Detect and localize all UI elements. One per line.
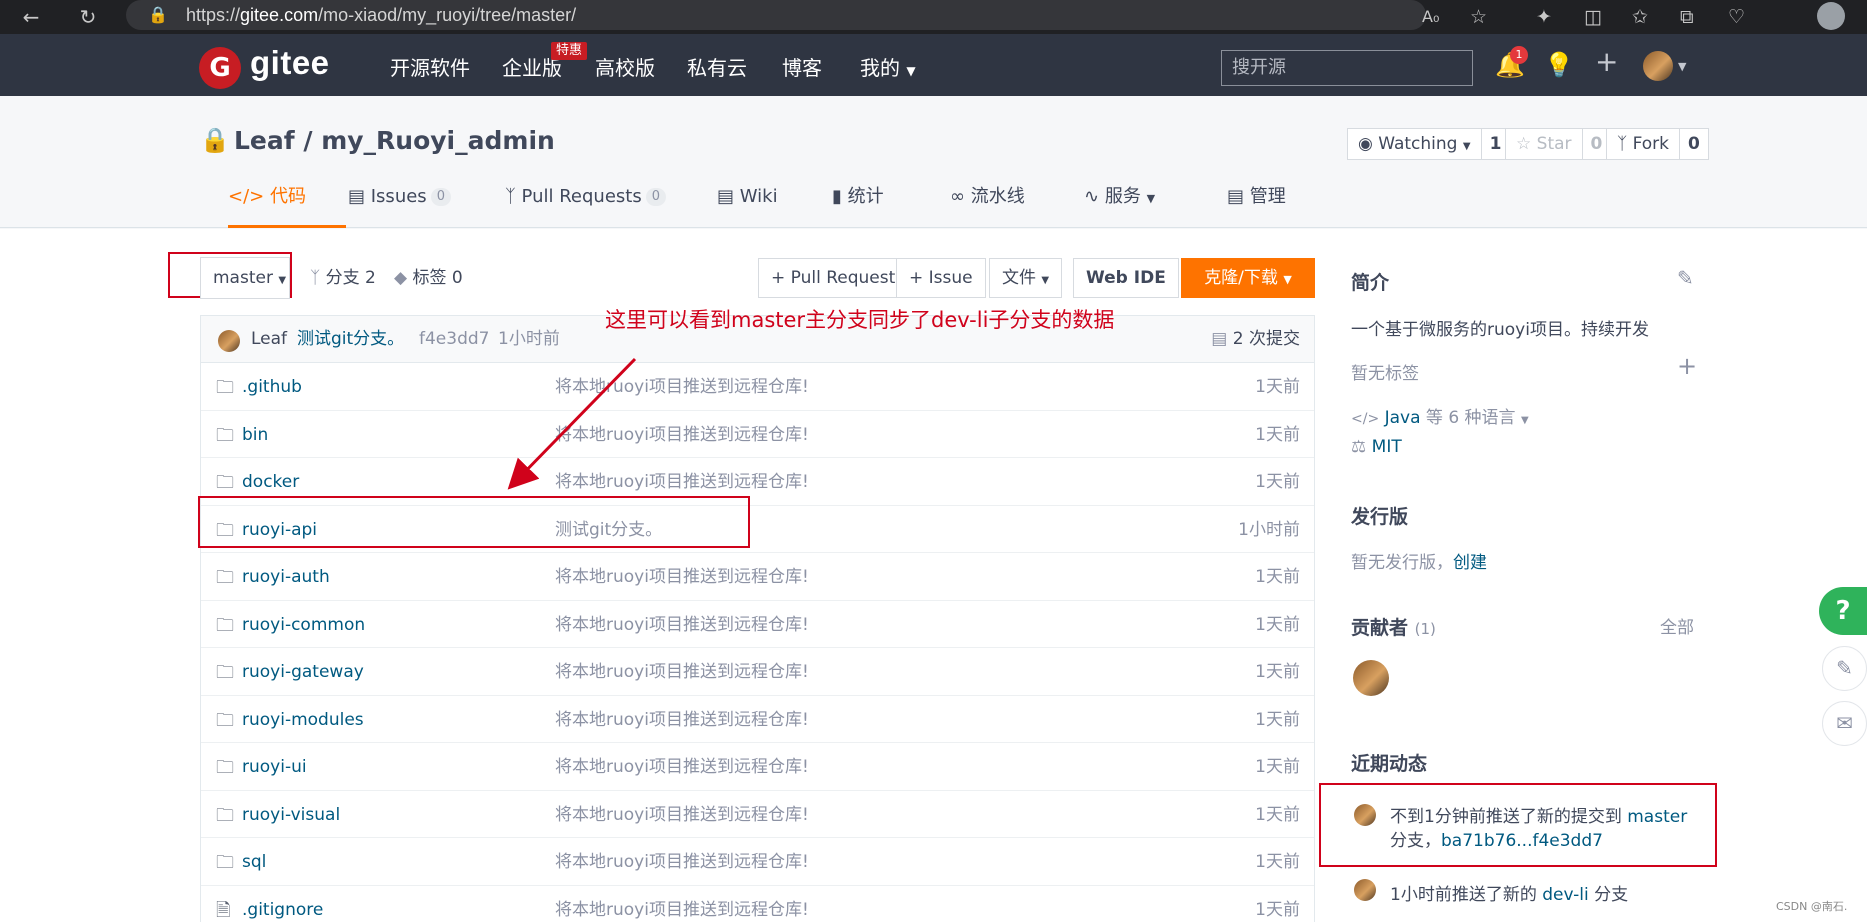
release-text: 暂无发行版，创建 — [1351, 553, 1487, 573]
create-release-link[interactable]: 创建 — [1453, 553, 1487, 573]
help-button[interactable]: ? — [1819, 587, 1867, 635]
activity-item: 不到1分钟前推送了新的提交到 master 分支，ba71b76...f4e3d… — [1390, 807, 1688, 851]
intro-text: 一个基于微服务的ruoyi项目。持续开发 — [1351, 320, 1649, 340]
chat-icon: ✉ — [1836, 711, 1853, 735]
activity-title: 近期动态 — [1351, 753, 1428, 775]
activity-item: 1小时前推送了新的 dev-li 分支 — [1390, 885, 1629, 905]
edit-icon[interactable]: ✎ — [1677, 266, 1694, 290]
add-tag-icon[interactable]: + — [1677, 352, 1697, 380]
contributors-title: 贡献者 (1) — [1351, 617, 1436, 639]
edit-icon: ✎ — [1836, 656, 1853, 680]
languages[interactable]: </> Java 等 6 种语言 ▼ — [1351, 403, 1529, 428]
watermark: CSDN @南石. — [1776, 900, 1848, 913]
chat-button[interactable]: ✉ — [1822, 701, 1867, 746]
avatar[interactable] — [1354, 804, 1376, 826]
license[interactable]: ⚖ MIT — [1351, 437, 1402, 457]
code-icon: </> — [1351, 411, 1380, 427]
scale-icon: ⚖ — [1351, 437, 1367, 457]
avatar[interactable] — [1354, 879, 1376, 901]
caret-down-icon: ▼ — [1520, 415, 1529, 426]
feedback-edit-button[interactable]: ✎ — [1822, 646, 1867, 691]
contributors-all-link[interactable]: 全部 — [1660, 613, 1694, 638]
intro-title: 简介 — [1351, 272, 1390, 294]
avatar[interactable] — [1353, 660, 1389, 696]
no-tags: 暂无标签 — [1351, 364, 1419, 384]
release-title: 发行版 — [1351, 506, 1409, 528]
